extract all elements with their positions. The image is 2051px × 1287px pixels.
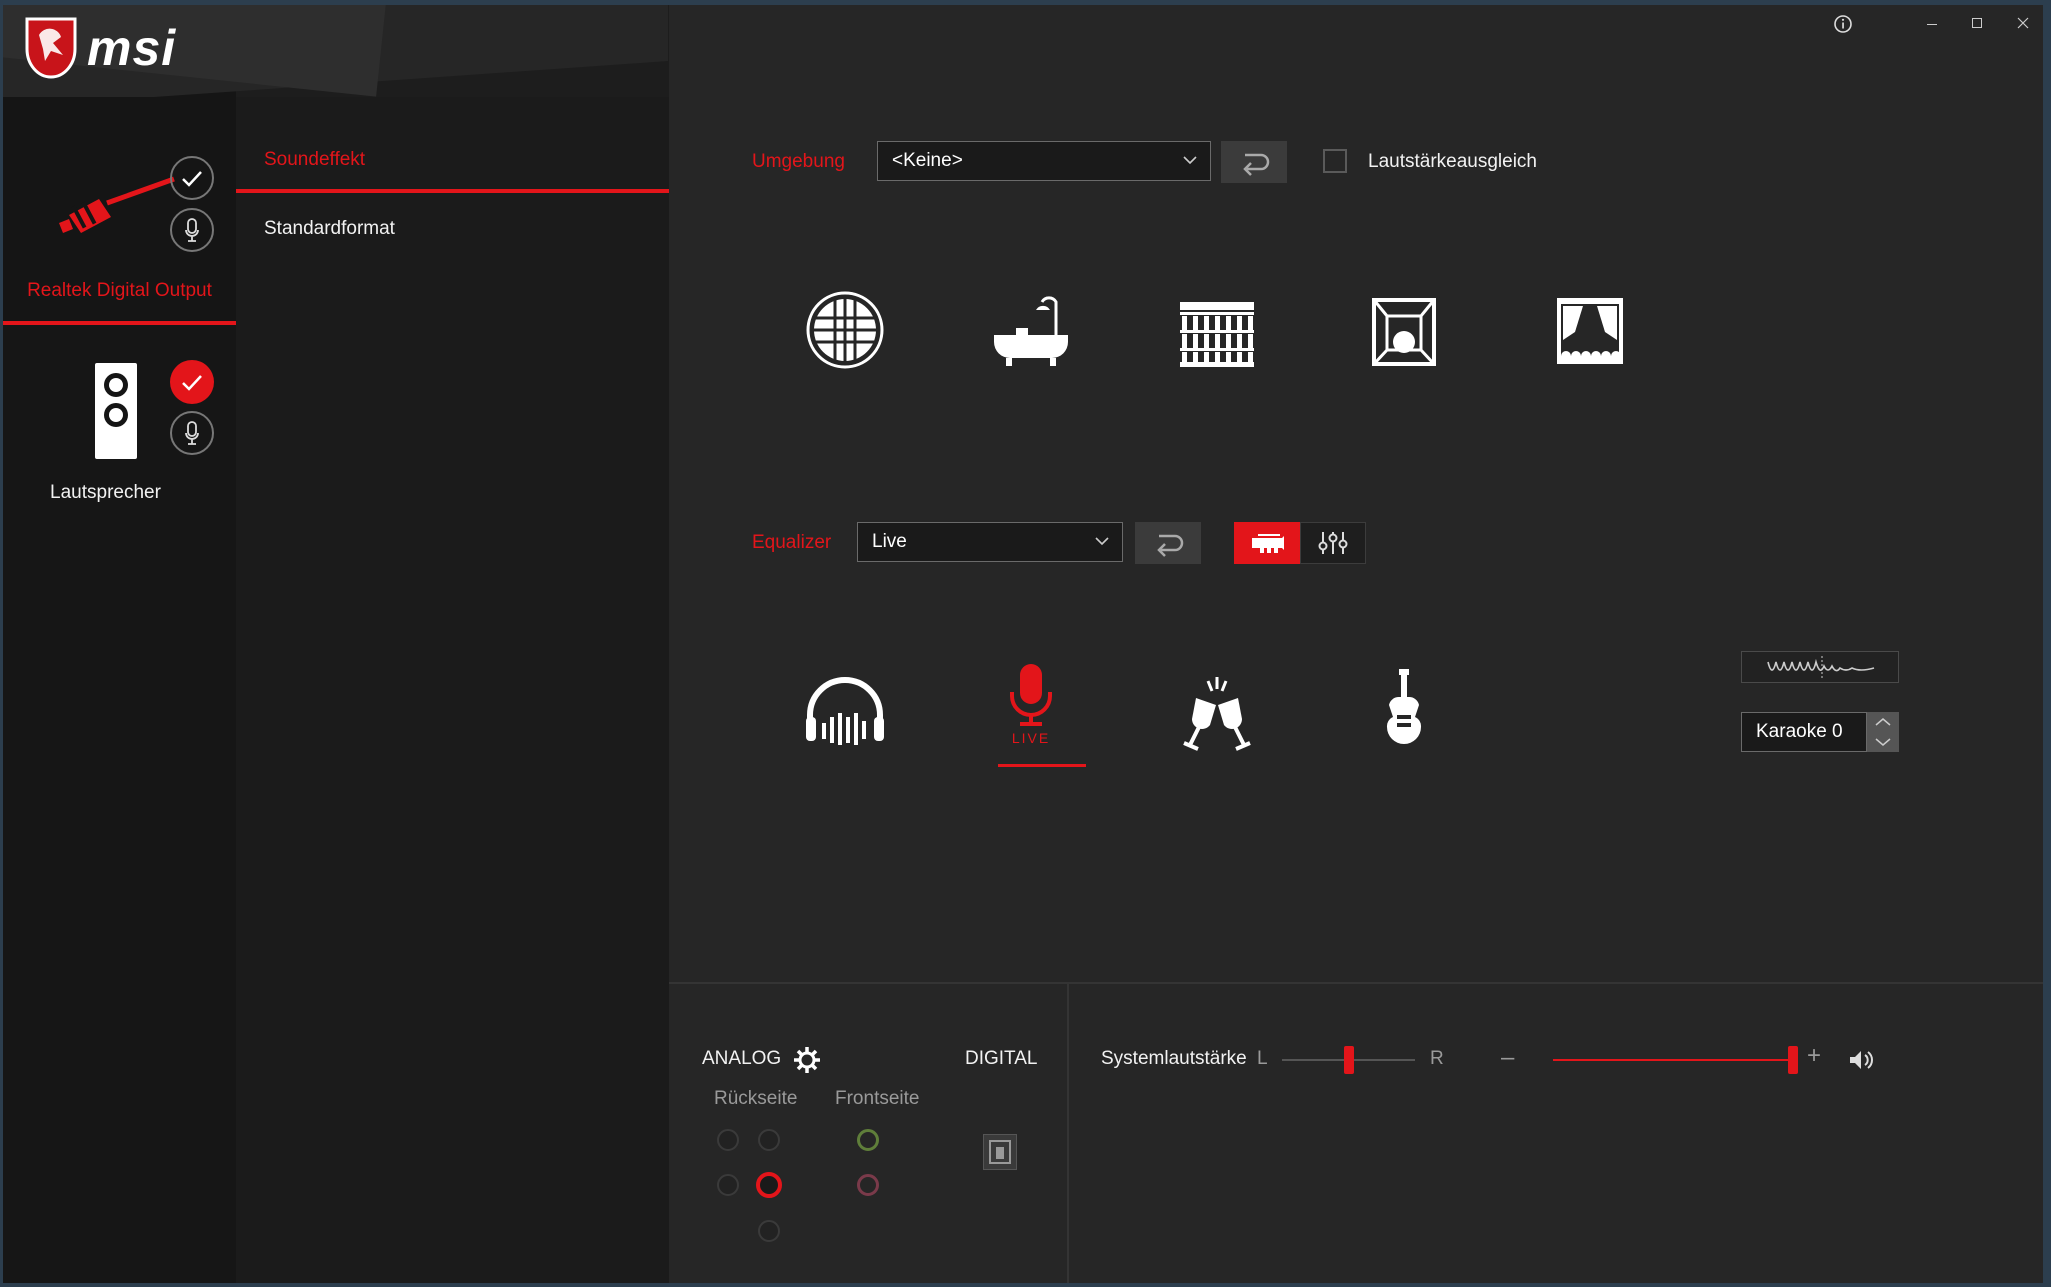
environment-dropdown[interactable]: <Keine>	[877, 141, 1211, 181]
environment-dropdown-value: <Keine>	[892, 150, 963, 171]
balance-left-label: L	[1257, 1048, 1268, 1069]
party-icon	[1183, 677, 1251, 751]
loudness-label: Lautstärkeausgleich	[1368, 151, 1537, 172]
waveform-icon	[1767, 656, 1875, 678]
live-caption: LIVE	[1011, 730, 1051, 746]
environment-reset-button[interactable]	[1221, 141, 1287, 183]
eq-manual-mode-button[interactable]	[1300, 522, 1366, 564]
undo-icon	[1157, 534, 1184, 557]
balance-slider-thumb[interactable]	[1343, 1046, 1354, 1074]
back-jack[interactable]	[717, 1174, 739, 1196]
minimize-icon[interactable]	[1925, 17, 1939, 31]
front-jack-mic[interactable]	[857, 1174, 879, 1196]
stone-corridor-icon	[806, 291, 884, 369]
room-icon	[1372, 298, 1436, 366]
colosseum-icon	[1180, 302, 1254, 367]
microphone-icon	[185, 218, 199, 242]
check-icon	[182, 171, 202, 187]
volume-slider-fill	[1553, 1059, 1793, 1061]
equalizer-reset-button[interactable]	[1135, 522, 1201, 564]
main-panel: Umgebung <Keine> Lautstärkeausgleich Equ…	[669, 5, 2043, 982]
brand-logo-text: msi	[87, 20, 177, 76]
logo-band: msi	[3, 5, 668, 97]
karaoke-value-field[interactable]: Karaoke 0	[1741, 712, 1867, 752]
guitar-icon	[1386, 669, 1422, 744]
set-default-communication-button[interactable]	[170, 208, 214, 252]
speaker-volume-icon[interactable]	[1847, 1048, 1877, 1072]
subnav-soundeffekt[interactable]: Soundeffekt	[264, 149, 365, 171]
info-icon[interactable]	[1832, 13, 1854, 35]
subnav-active-indicator	[236, 189, 669, 193]
back-jack[interactable]	[758, 1220, 780, 1242]
chevron-down-icon	[1875, 738, 1891, 746]
digital-cable-icon	[59, 176, 175, 233]
close-icon[interactable]	[2016, 16, 2030, 30]
back-jack-active[interactable]	[756, 1172, 782, 1198]
karaoke-wave-display	[1741, 651, 1899, 683]
balance-right-label: R	[1430, 1048, 1444, 1069]
colosseum-preset[interactable]	[1162, 280, 1272, 380]
karaoke-down-button[interactable]	[1867, 732, 1899, 752]
volume-label: Systemlautstärke	[1101, 1048, 1247, 1069]
volume-minus-button[interactable]: –	[1501, 1044, 1514, 1072]
equalizer-label: Equalizer	[752, 532, 832, 553]
device-name: Realtek Digital Output	[27, 280, 212, 301]
front-panel-label: Frontseite	[835, 1088, 920, 1109]
chevron-up-icon	[1875, 718, 1891, 726]
environment-label: Umgebung	[752, 151, 845, 172]
headphones-icon	[806, 677, 884, 745]
microphone-icon	[185, 421, 199, 445]
eq-preset-guitar[interactable]	[1349, 663, 1459, 763]
device-name: Lautsprecher	[50, 482, 161, 503]
karaoke-value: Karaoke 0	[1756, 721, 1843, 742]
trumpet-icon	[1252, 534, 1284, 553]
back-panel-label: Rückseite	[714, 1088, 798, 1109]
equalizer-dropdown-value: Live	[872, 531, 907, 552]
gear-icon[interactable]	[793, 1046, 821, 1074]
equalizer-dropdown[interactable]: Live	[857, 522, 1123, 562]
volume-slider-thumb[interactable]	[1788, 1046, 1798, 1074]
device-speakers[interactable]: Lautsprecher	[3, 345, 236, 525]
live-mic-icon	[998, 664, 1086, 767]
spdif-port-icon	[989, 1140, 1011, 1164]
set-default-device-button[interactable]	[170, 156, 214, 200]
chevron-down-icon	[1095, 537, 1109, 546]
volume-panel: Systemlautstärke L R – +	[1069, 982, 2043, 1283]
chevron-down-icon	[1183, 156, 1197, 165]
maximize-icon[interactable]	[1970, 16, 1984, 30]
digital-port[interactable]	[983, 1134, 1017, 1170]
room-preset[interactable]	[1349, 280, 1459, 380]
bathroom-icon	[994, 296, 1068, 366]
back-jack[interactable]	[717, 1129, 739, 1151]
bathroom-preset[interactable]	[976, 280, 1086, 380]
subnav-column: Soundeffekt Standardformat	[236, 97, 669, 1283]
app-window: Umgebung <Keine> Lautstärkeausgleich Equ…	[3, 5, 2043, 1283]
set-default-communication-button[interactable]	[170, 411, 214, 455]
stone-corridor-preset[interactable]	[790, 280, 900, 380]
sliders-icon	[1318, 532, 1348, 554]
loudness-checkbox[interactable]	[1323, 149, 1347, 173]
analog-label: ANALOG	[702, 1048, 782, 1069]
device-digital-output[interactable]: Realtek Digital Output	[3, 135, 236, 325]
front-jack-headphone[interactable]	[857, 1129, 879, 1151]
msi-dragon-shield-icon	[25, 17, 77, 79]
theater-icon	[1557, 298, 1623, 364]
back-jack[interactable]	[758, 1129, 780, 1151]
eq-preset-mode-button[interactable]	[1234, 522, 1300, 564]
digital-label: DIGITAL	[965, 1048, 1038, 1069]
jack-panel: ANALOG DIGITAL Rückseite Frontseite	[669, 982, 1069, 1283]
theater-preset[interactable]	[1535, 280, 1645, 380]
volume-plus-button[interactable]: +	[1807, 1042, 1821, 1070]
eq-preset-headphones[interactable]	[790, 663, 900, 763]
subnav-standardformat[interactable]: Standardformat	[264, 218, 395, 240]
speaker-icon	[95, 363, 137, 459]
device-active-indicator	[3, 321, 236, 325]
check-icon	[182, 375, 202, 391]
eq-preset-live[interactable]: LIVE	[976, 656, 1086, 771]
set-default-device-button[interactable]	[170, 360, 214, 404]
karaoke-up-button[interactable]	[1867, 712, 1899, 732]
undo-icon	[1243, 153, 1270, 176]
eq-preset-party[interactable]	[1162, 663, 1272, 763]
